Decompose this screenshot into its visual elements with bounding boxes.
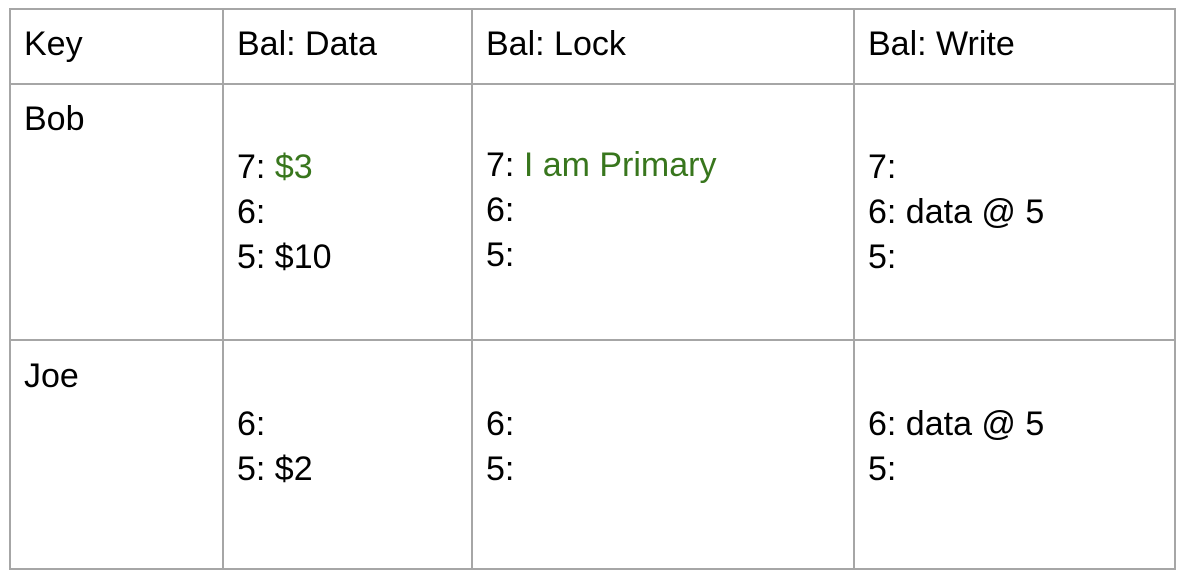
table-border-bottom (9, 568, 1176, 570)
row-key-joe: Joe (24, 357, 79, 395)
joe-data-cell: 6: 5: $2 (237, 402, 313, 492)
header-bal-lock: Bal: Lock (486, 25, 626, 63)
header-bal-write: Bal: Write (868, 25, 1015, 63)
data-entry: 6: (237, 405, 266, 443)
write-entry: 7: (868, 148, 897, 186)
data-entry: 6: (237, 193, 266, 231)
write-entry: 5: (868, 238, 897, 276)
lock-entry: 7: I am Primary (486, 146, 717, 184)
data-entry: 5: $10 (237, 238, 332, 276)
data-entry: 5: $2 (237, 450, 313, 488)
lock-entry: 6: (486, 191, 515, 229)
write-entry: 6: data @ 5 (868, 193, 1045, 231)
write-entry: 6: data @ 5 (868, 405, 1045, 443)
joe-write-cell: 6: data @ 5 5: (868, 402, 1044, 492)
table-border-right (1174, 8, 1176, 570)
lock-entry: 5: (486, 236, 515, 274)
column-divider (853, 8, 855, 570)
table-border-left (9, 8, 11, 570)
lock-entry: 5: (486, 450, 515, 488)
joe-lock-cell: 6: 5: (486, 402, 514, 492)
balance-table: Key Bal: Data Bal: Lock Bal: Write Bob 7… (0, 0, 1187, 580)
row-divider (9, 83, 1176, 85)
bob-write-cell: 7: 6: data @ 5 5: (868, 145, 1044, 280)
bob-lock-cell: 7: I am Primary 6: 5: (486, 143, 717, 278)
header-key: Key (24, 25, 83, 63)
bob-data-cell: 7: $3 6: 5: $10 (237, 145, 332, 280)
header-bal-data: Bal: Data (237, 25, 377, 63)
lock-entry: 6: (486, 405, 515, 443)
row-divider (9, 339, 1176, 341)
table-border-top (9, 8, 1176, 10)
write-entry: 5: (868, 450, 897, 488)
column-divider (471, 8, 473, 570)
row-key-bob: Bob (24, 100, 85, 138)
data-entry: 7: $3 (237, 148, 313, 186)
column-divider (222, 8, 224, 570)
